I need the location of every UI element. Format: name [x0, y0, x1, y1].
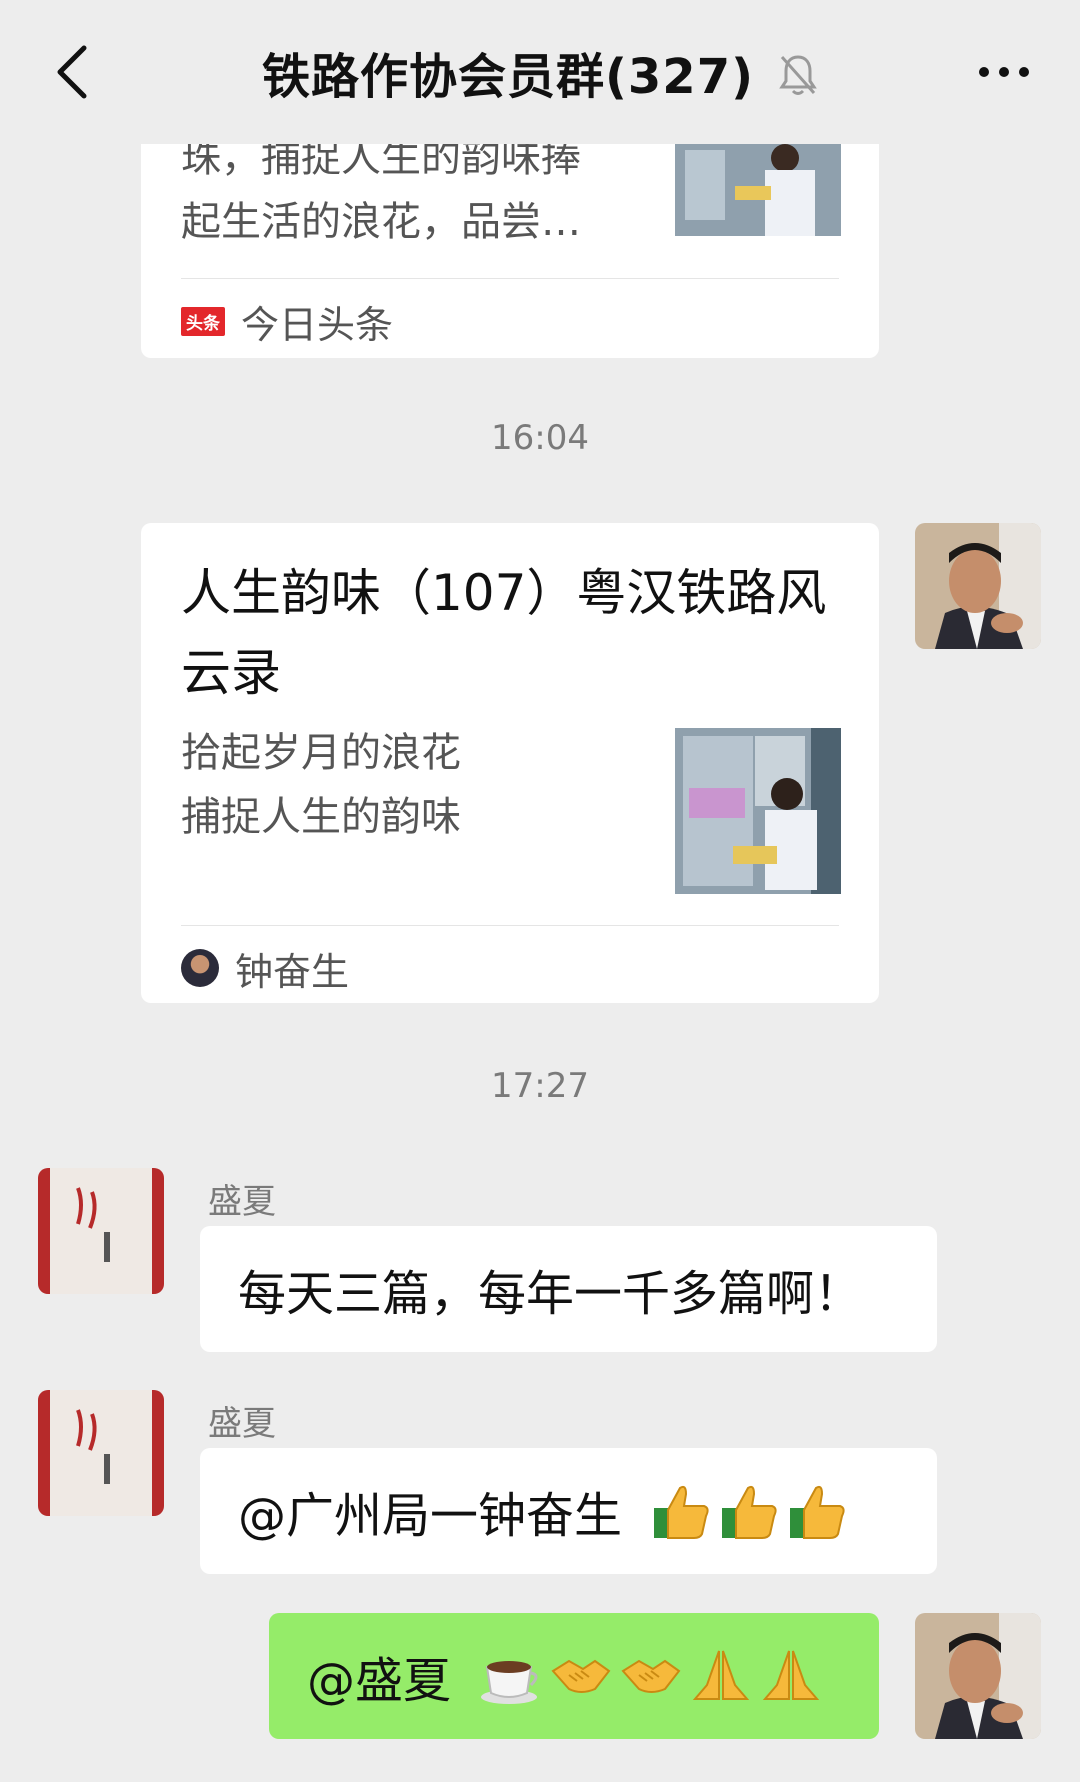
title-line: 人生韵味（107）粤汉铁路风 [181, 564, 827, 622]
summary-line: 拾起岁月的浪花 [181, 730, 461, 776]
chevron-left-icon [57, 45, 87, 99]
article-summary: 珠，捕捉人生的韵味捧 起生活的浪花，品尝… [181, 126, 621, 254]
handshake-icon [551, 1659, 611, 1693]
toutiao-logo-icon: 头条 [181, 306, 225, 336]
article-summary: 拾起岁月的浪花 捕捉人生的韵味 [181, 721, 621, 849]
more-dot [979, 67, 989, 77]
avatar[interactable] [38, 1390, 164, 1516]
sender-name: 盛夏 [208, 1404, 276, 1444]
more-dot [999, 67, 1009, 77]
shared-article-card[interactable]: 人生韵味（107）粤汉铁路风 云录 拾起岁月的浪花 捕捉人生的韵味 钟奋生 [141, 523, 879, 1003]
emoji-row [650, 1480, 848, 1542]
card-divider [181, 278, 839, 279]
article-thumbnail [675, 140, 841, 236]
article-title: 人生韵味（107）粤汉铁路风 云录 [181, 553, 841, 713]
card-divider [181, 925, 839, 926]
timestamp: 17:27 [491, 1066, 589, 1106]
avatar[interactable] [915, 523, 1041, 649]
avatar[interactable] [915, 1613, 1041, 1739]
source-name: 钟奋生 [235, 949, 350, 994]
sender-name: 盛夏 [208, 1182, 276, 1222]
coffee-icon [481, 1661, 538, 1704]
message-bubble[interactable]: @盛夏 [269, 1613, 879, 1739]
thumbs-up-icon [790, 1485, 845, 1539]
article-thumbnail [675, 728, 841, 894]
back-button[interactable] [36, 36, 108, 108]
message-text: @盛夏 [307, 1653, 452, 1709]
message-bubble[interactable]: 每天三篇，每年一千多篇啊！ [200, 1226, 937, 1352]
title-line: 云录 [181, 644, 281, 702]
pray-icon [762, 1650, 820, 1700]
message-bubble[interactable]: @广州局一钟奋生 [200, 1448, 937, 1574]
summary-line: 捕捉人生的韵味 [181, 794, 461, 840]
message-text: @广州局一钟奋生 [238, 1488, 623, 1544]
article-source: 头条 今日头条 [181, 286, 393, 356]
handshake-icon [621, 1659, 681, 1693]
summary-line: 起生活的浪花，品尝… [181, 199, 581, 245]
article-source: 钟奋生 [181, 933, 349, 1003]
bell-off-icon [779, 55, 817, 95]
more-button[interactable] [964, 36, 1044, 108]
more-dot [1019, 67, 1029, 77]
thumbs-up-icon [654, 1485, 709, 1539]
emoji-row [479, 1645, 823, 1707]
source-name: 今日头条 [241, 302, 394, 347]
avatar[interactable] [38, 1168, 164, 1294]
thumbs-up-icon [722, 1485, 777, 1539]
message-text: 每天三篇，每年一千多篇啊！ [238, 1266, 863, 1322]
timestamp: 16:04 [491, 418, 589, 458]
chat-title: 铁路作协会员群(327) [261, 49, 755, 105]
author-avatar [181, 949, 219, 987]
chat-header: 铁路作协会员群(327) [0, 0, 1080, 144]
pray-icon [692, 1650, 750, 1700]
